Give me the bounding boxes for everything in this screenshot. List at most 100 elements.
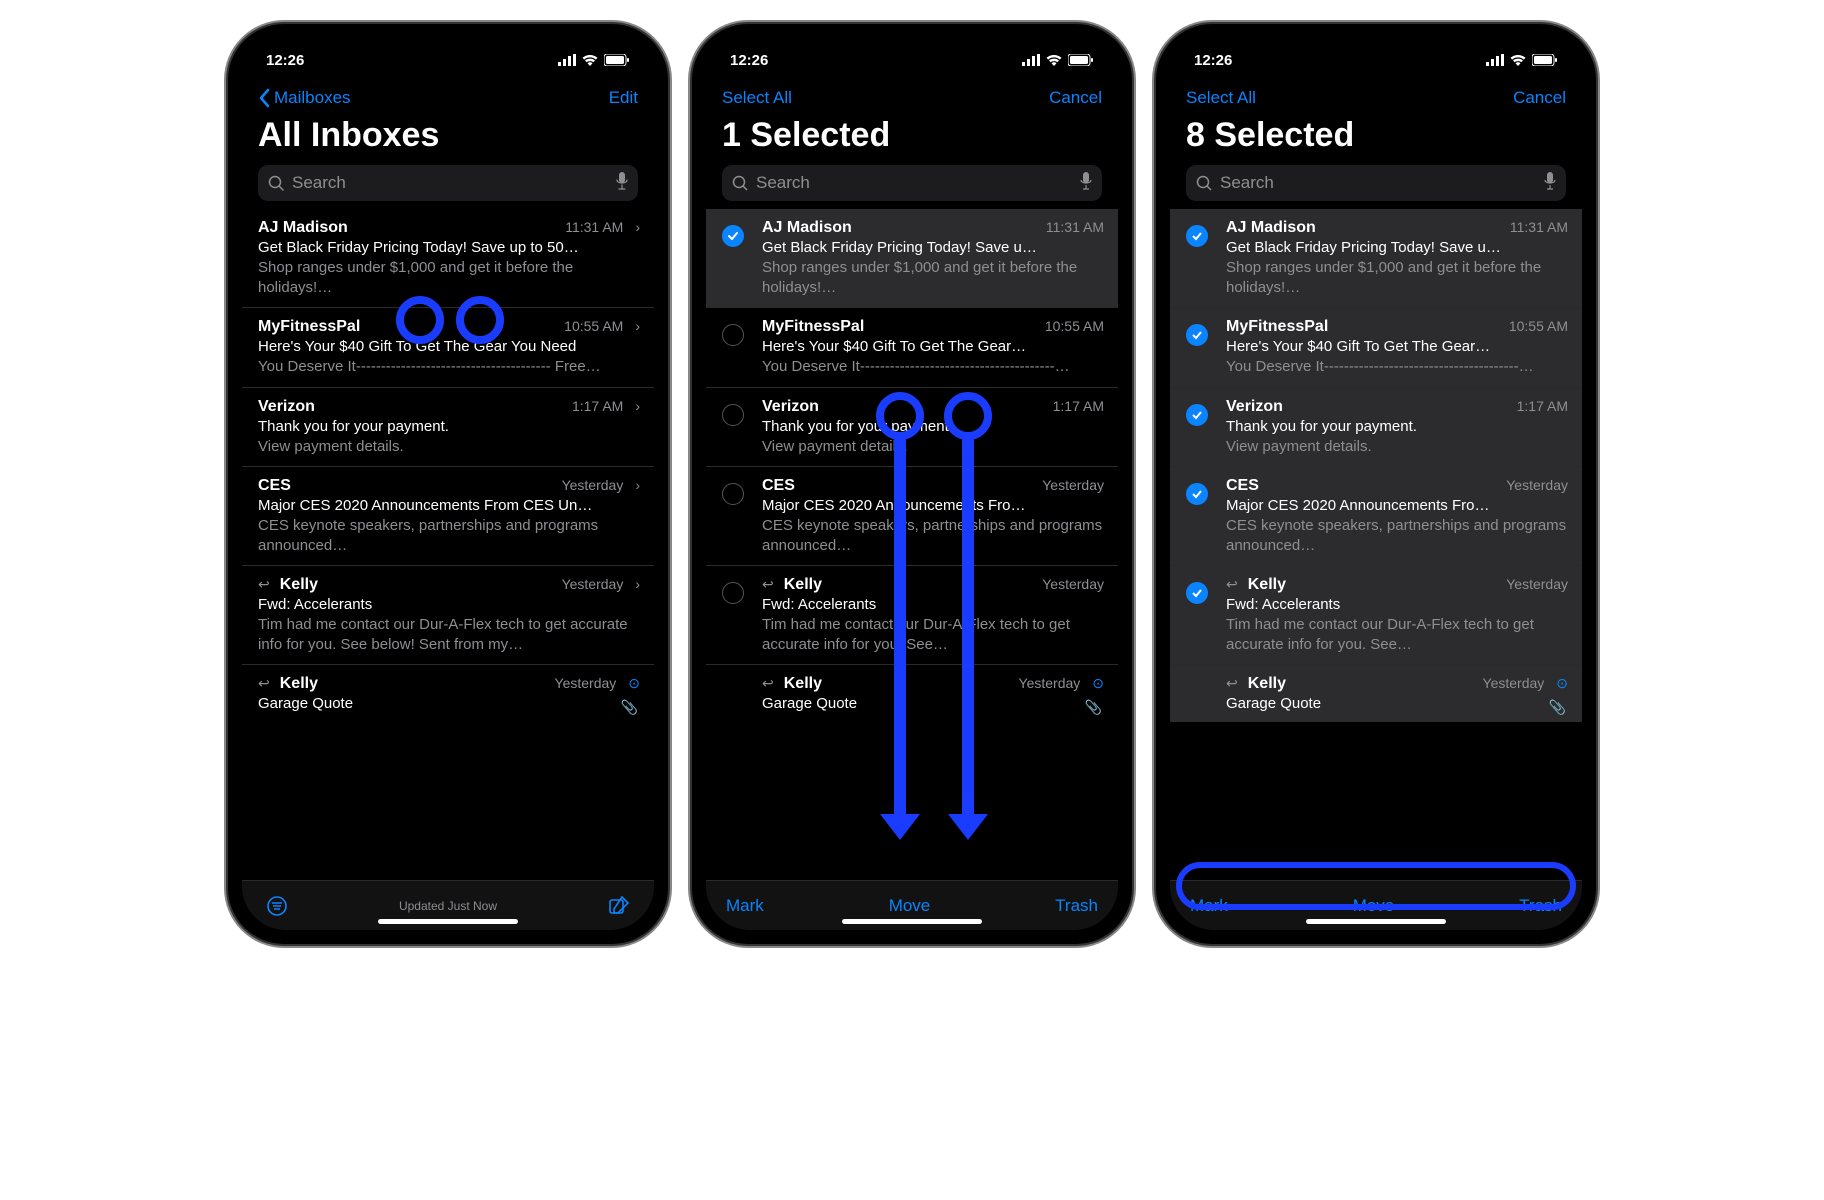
move-button[interactable]: Move — [889, 896, 931, 916]
email-sender: AJ Madison — [762, 219, 1038, 237]
email-subject: Here's Your $40 Gift To Get The Gear… — [762, 338, 1104, 355]
phone-frame-1: 12:26 Mailboxes Edit All Inboxes Search — [228, 24, 668, 944]
selection-checkbox[interactable] — [722, 324, 744, 346]
email-row[interactable]: MyFitnessPal10:55 AM› Here's Your $40 Gi… — [242, 307, 654, 387]
email-list[interactable]: AJ Madison11:31 AM Get Black Friday Pric… — [706, 209, 1118, 880]
dictate-icon[interactable] — [1544, 172, 1556, 195]
email-row[interactable]: MyFitnessPal10:55 AM Here's Your $40 Gif… — [1170, 307, 1582, 387]
email-sender: Verizon — [1226, 398, 1509, 416]
email-row[interactable]: ↩KellyYesterday Fwd: Accelerants Tim had… — [1170, 565, 1582, 664]
reply-icon: ↩ — [258, 576, 270, 593]
email-row[interactable]: ↩KellyYesterday⊙ Garage Quote 📎 — [242, 664, 654, 722]
email-row[interactable]: Verizon1:17 AM Thank you for your paymen… — [1170, 387, 1582, 467]
email-subject: Here's Your $40 Gift To Get The Gear… — [1226, 338, 1568, 355]
email-subject: Fwd: Accelerants — [762, 596, 1104, 613]
page-title: 1 Selected — [706, 112, 1118, 165]
thread-indicator-icon: ⊙ — [1092, 675, 1104, 692]
email-subject: Get Black Friday Pricing Today! Save up … — [258, 239, 640, 256]
email-time: Yesterday — [562, 576, 624, 592]
chevron-right-icon: › — [635, 576, 640, 592]
mark-button[interactable]: Mark — [1190, 896, 1228, 916]
email-subject: Fwd: Accelerants — [1226, 596, 1568, 613]
select-all-button[interactable]: Select All — [1186, 88, 1256, 108]
email-time: 10:55 AM — [564, 318, 623, 334]
back-button[interactable]: Mailboxes — [258, 88, 351, 108]
email-row[interactable]: Verizon1:17 AM› Thank you for your payme… — [242, 387, 654, 467]
email-row[interactable]: AJ Madison11:31 AM› Get Black Friday Pri… — [242, 209, 654, 307]
email-time: Yesterday — [1506, 477, 1568, 493]
email-time: Yesterday — [555, 675, 617, 691]
email-subject: Garage Quote — [258, 695, 640, 712]
email-preview: View payment details. — [762, 437, 1104, 457]
email-time: 1:17 AM — [572, 398, 623, 414]
email-row[interactable]: MyFitnessPal10:55 AM Here's Your $40 Gif… — [706, 307, 1118, 387]
search-input[interactable]: Search — [722, 165, 1102, 201]
email-row[interactable]: AJ Madison11:31 AM Get Black Friday Pric… — [706, 209, 1118, 307]
email-row[interactable]: ↩KellyYesterday⊙ Garage Quote 📎 — [706, 664, 1118, 722]
email-preview: CES keynote speakers, partnerships and p… — [1226, 516, 1568, 555]
email-row[interactable]: ↩KellyYesterday⊙ Garage Quote 📎 — [1170, 664, 1582, 722]
home-indicator[interactable] — [842, 919, 982, 924]
selection-checkbox[interactable] — [722, 582, 744, 604]
email-preview: CES keynote speakers, partnerships and p… — [258, 516, 640, 555]
dictate-icon[interactable] — [616, 172, 628, 195]
email-time: Yesterday — [1019, 675, 1081, 691]
email-subject: Thank you for your payment. — [258, 418, 640, 435]
search-placeholder: Search — [756, 173, 810, 193]
selection-checkbox[interactable] — [1186, 324, 1208, 346]
email-sender: CES — [1226, 477, 1498, 495]
search-input[interactable]: Search — [1186, 165, 1566, 201]
trash-button[interactable]: Trash — [1519, 896, 1562, 916]
screen-2: 12:26 Select All Cancel 1 Selected Searc… — [706, 38, 1118, 930]
selection-checkbox[interactable] — [1186, 404, 1208, 426]
selection-checkbox[interactable] — [1186, 483, 1208, 505]
email-list[interactable]: AJ Madison11:31 AM› Get Black Friday Pri… — [242, 209, 654, 880]
trash-button[interactable]: Trash — [1055, 896, 1098, 916]
email-preview: You Deserve It--------------------------… — [762, 357, 1104, 377]
back-label: Mailboxes — [274, 88, 351, 108]
email-subject: Major CES 2020 Announcements From CES Un… — [258, 497, 640, 514]
select-all-button[interactable]: Select All — [722, 88, 792, 108]
notch — [1276, 38, 1476, 68]
email-sender: CES — [762, 477, 1034, 495]
email-time: Yesterday — [1483, 675, 1545, 691]
email-row[interactable]: Verizon1:17 AM Thank you for your paymen… — [706, 387, 1118, 467]
cancel-button[interactable]: Cancel — [1513, 88, 1566, 108]
email-preview: Shop ranges under $1,000 and get it befo… — [1226, 258, 1568, 297]
email-row[interactable]: CESYesterday Major CES 2020 Announcement… — [1170, 466, 1582, 565]
email-row[interactable]: ↩KellyYesterday› Fwd: Accelerants Tim ha… — [242, 565, 654, 664]
cellular-icon — [558, 54, 576, 66]
cancel-button[interactable]: Cancel — [1049, 88, 1102, 108]
selection-checkbox[interactable] — [722, 225, 744, 247]
email-sender: Kelly — [280, 576, 554, 594]
email-subject: Thank you for your payment. — [762, 418, 1104, 435]
screen-3: 12:26 Select All Cancel 8 Selected Searc… — [1170, 38, 1582, 930]
dictate-icon[interactable] — [1080, 172, 1092, 195]
status-indicators — [1022, 54, 1094, 66]
email-sender: Kelly — [280, 675, 547, 693]
move-button[interactable]: Move — [1353, 896, 1395, 916]
email-row[interactable]: CESYesterday› Major CES 2020 Announcemen… — [242, 466, 654, 565]
nav-bar: Select All Cancel — [706, 82, 1118, 112]
selection-checkbox[interactable] — [1186, 225, 1208, 247]
home-indicator[interactable] — [1306, 919, 1446, 924]
page-title: All Inboxes — [242, 112, 654, 165]
cellular-icon — [1486, 54, 1504, 66]
email-preview: Shop ranges under $1,000 and get it befo… — [762, 258, 1104, 297]
email-row[interactable]: CESYesterday Major CES 2020 Announcement… — [706, 466, 1118, 565]
email-row[interactable]: AJ Madison11:31 AM Get Black Friday Pric… — [1170, 209, 1582, 307]
selection-checkbox[interactable] — [722, 404, 744, 426]
reply-icon: ↩ — [762, 675, 774, 692]
selection-checkbox[interactable] — [1186, 582, 1208, 604]
email-list[interactable]: AJ Madison11:31 AM Get Black Friday Pric… — [1170, 209, 1582, 880]
email-row[interactable]: ↩KellyYesterday Fwd: Accelerants Tim had… — [706, 565, 1118, 664]
home-indicator[interactable] — [378, 919, 518, 924]
wifi-icon — [1510, 54, 1526, 66]
mark-button[interactable]: Mark — [726, 896, 764, 916]
search-input[interactable]: Search — [258, 165, 638, 201]
email-time: Yesterday — [1042, 576, 1104, 592]
email-subject: Thank you for your payment. — [1226, 418, 1568, 435]
selection-checkbox[interactable] — [722, 483, 744, 505]
email-preview: You Deserve It--------------------------… — [258, 357, 640, 377]
edit-button[interactable]: Edit — [609, 88, 638, 108]
